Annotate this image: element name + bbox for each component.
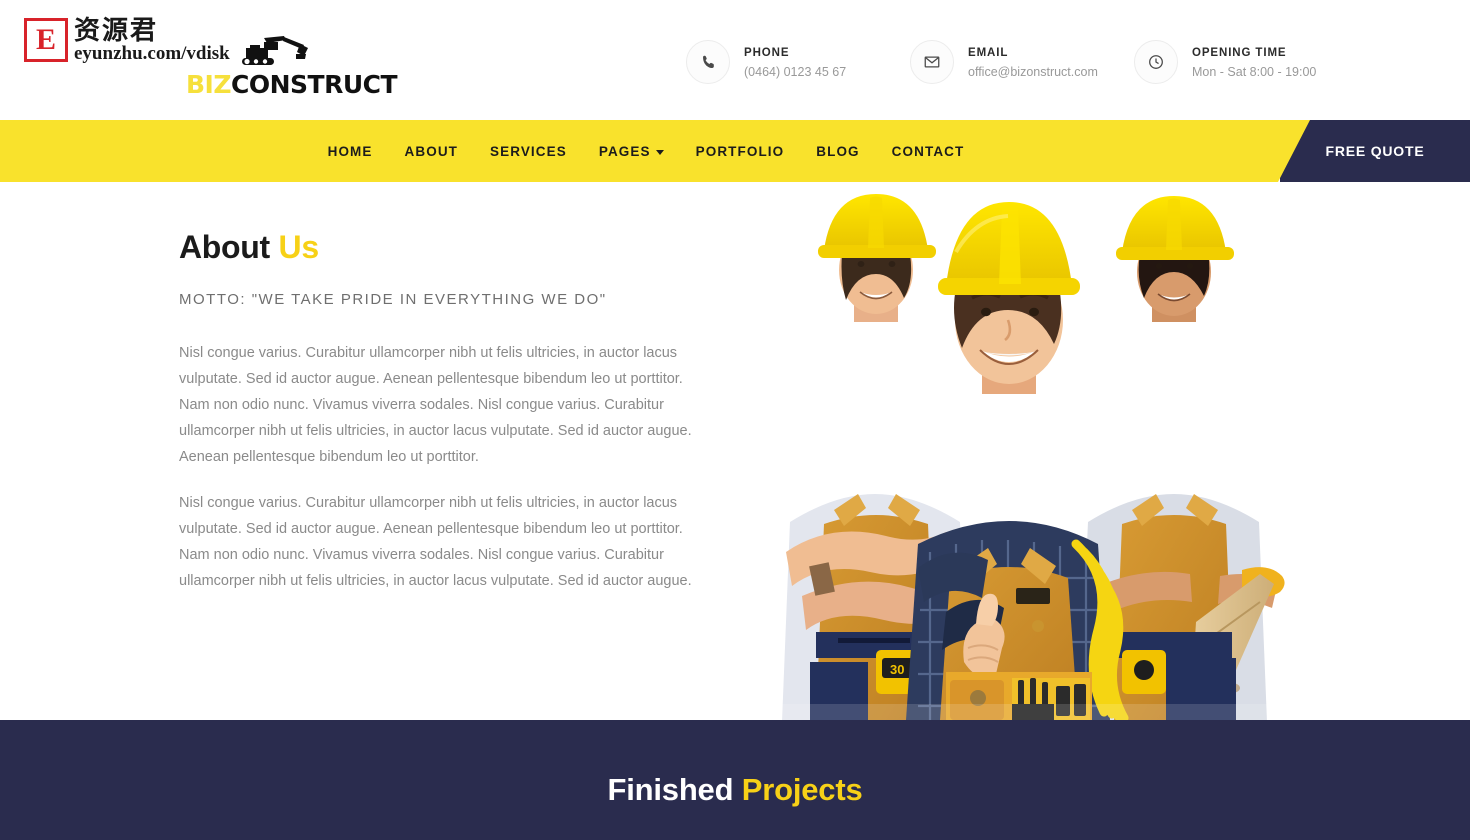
- page-title-dark: About: [179, 229, 270, 265]
- clock-icon: [1134, 40, 1178, 84]
- finished-projects-title: Finished Projects: [607, 772, 862, 808]
- nav-item-blog-label: BLOG: [816, 143, 860, 159]
- chevron-down-icon: [655, 149, 664, 155]
- contact-text-phone: PHONE (0464) 0123 45 67: [744, 43, 846, 82]
- watermark-chinese: 资源君: [74, 16, 159, 46]
- brand-name-construct: CONSTRUCT: [230, 70, 398, 99]
- about-text-column: About Us MOTTO: "WE TAKE PRIDE IN EVERYT…: [179, 229, 704, 594]
- finished-projects-title-white: Finished: [607, 772, 734, 807]
- nav-item-portfolio[interactable]: PORTFOLIO: [680, 144, 801, 159]
- contact-text-opening-time: OPENING TIME Mon - Sat 8:00 - 19:00: [1192, 43, 1316, 82]
- finished-projects-title-accent: Projects: [741, 772, 863, 807]
- contact-item-email[interactable]: EMAIL office@bizonstruct.com: [910, 40, 1134, 84]
- nav-item-pages[interactable]: PAGES: [583, 144, 680, 159]
- contact-value-opening-time: Mon - Sat 8:00 - 19:00: [1192, 64, 1317, 79]
- finished-projects-section: Finished Projects: [0, 720, 1470, 840]
- about-workers-photo: 30: [750, 192, 1290, 720]
- nav-item-contact[interactable]: CONTACT: [876, 144, 981, 159]
- about-paragraph-2: Nisl congue varius. Curabitur ullamcorpe…: [179, 495, 692, 590]
- nav-item-home[interactable]: HOME: [312, 144, 389, 159]
- watermark-badge: E: [24, 18, 68, 62]
- nav-item-about[interactable]: ABOUT: [389, 144, 475, 159]
- about-paragraph-1: Nisl congue varius. Curabitur ullamcorpe…: [179, 345, 692, 466]
- logo-cluster[interactable]: E 资源君 eyunzhu.com/vdisk BIZCONSTRUCT: [24, 14, 398, 97]
- contact-value-phone: (0464) 0123 45 67: [744, 64, 847, 79]
- about-motto: MOTTO: "WE TAKE PRIDE IN EVERYTHING WE D…: [179, 291, 607, 309]
- page-title-accent: Us: [278, 229, 320, 265]
- page-title: About Us: [179, 229, 704, 265]
- nav-item-services-label: SERVICES: [490, 143, 567, 159]
- contact-item-phone[interactable]: PHONE (0464) 0123 45 67: [686, 40, 910, 84]
- envelope-icon: [910, 40, 954, 84]
- nav-link-list: HOME ABOUT SERVICES PAGES PORTFOLIO BLOG…: [0, 120, 1292, 182]
- nav-item-blog[interactable]: BLOG: [800, 144, 875, 159]
- nav-item-pages-label: PAGES: [598, 143, 651, 159]
- watermark-text: 资源君 eyunzhu.com/vdisk: [74, 16, 230, 65]
- nav-item-contact-label: CONTACT: [891, 143, 965, 159]
- contact-label-email: EMAIL: [968, 46, 1009, 59]
- free-quote-label: FREE QUOTE: [1325, 143, 1425, 159]
- about-section: About Us MOTTO: "WE TAKE PRIDE IN EVERYT…: [0, 182, 1470, 720]
- free-quote-button[interactable]: FREE QUOTE: [1280, 120, 1470, 182]
- site-header: E 资源君 eyunzhu.com/vdisk BIZCONSTRUCT PHO…: [0, 0, 1470, 120]
- svg-text:30: 30: [890, 662, 904, 677]
- main-navigation: HOME ABOUT SERVICES PAGES PORTFOLIO BLOG…: [0, 120, 1470, 182]
- excavator-icon: [234, 34, 314, 68]
- nav-item-portfolio-label: PORTFOLIO: [695, 143, 785, 159]
- contact-label-opening-time: OPENING TIME: [1192, 46, 1287, 59]
- contact-label-phone: PHONE: [744, 46, 790, 59]
- header-contact-row: PHONE (0464) 0123 45 67 EMAIL office@biz…: [686, 40, 1358, 84]
- nav-item-about-label: ABOUT: [404, 143, 459, 159]
- brand-name-biz: BIZ: [186, 70, 231, 99]
- nav-item-services[interactable]: SERVICES: [474, 144, 583, 159]
- watermark-logo: E 资源君 eyunzhu.com/vdisk: [24, 16, 230, 65]
- contact-item-opening-time[interactable]: OPENING TIME Mon - Sat 8:00 - 19:00: [1134, 40, 1358, 84]
- contact-text-email: EMAIL office@bizonstruct.com: [968, 43, 1098, 82]
- brand-name: BIZCONSTRUCT: [186, 70, 398, 99]
- phone-icon: [686, 40, 730, 84]
- contact-value-email: office@bizonstruct.com: [968, 64, 1098, 79]
- watermark-url: eyunzhu.com/vdisk: [74, 43, 230, 65]
- nav-item-home-label: HOME: [327, 143, 373, 159]
